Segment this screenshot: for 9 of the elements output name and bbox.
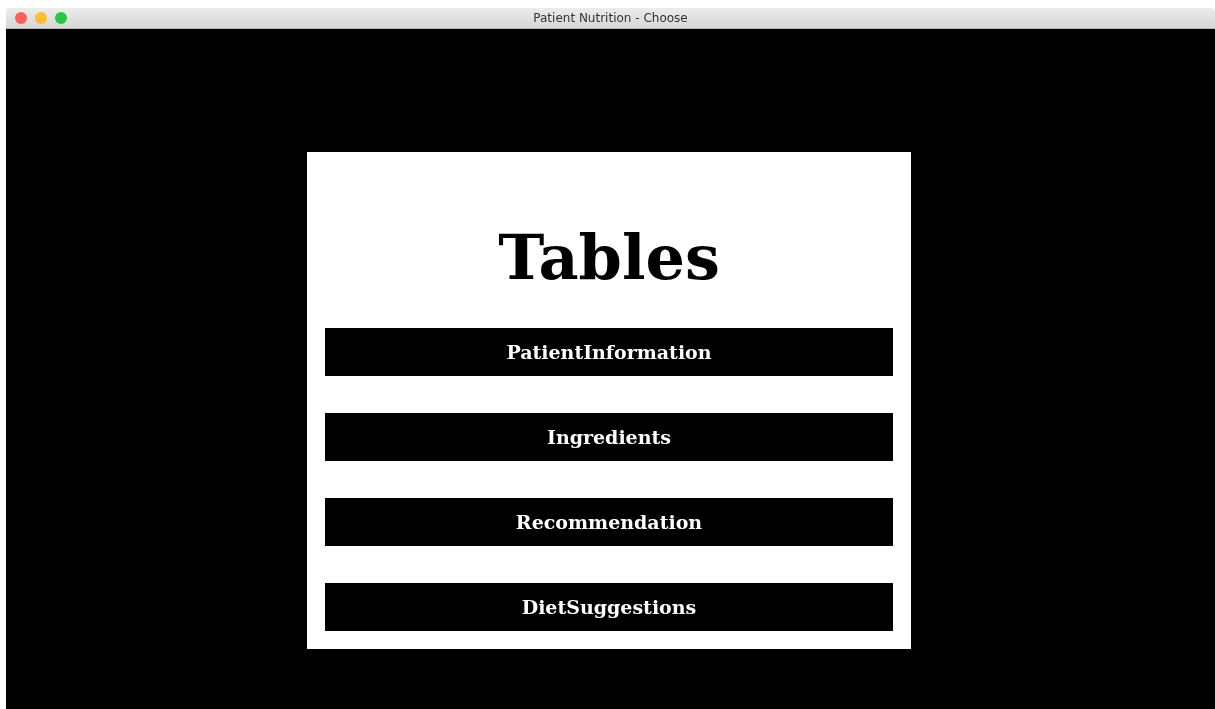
table-button[interactable]: PatientInformation (325, 328, 893, 376)
window-title: Patient Nutrition - Choose (533, 11, 688, 25)
table-button[interactable]: Recommendation (325, 498, 893, 546)
table-button[interactable]: Ingredients (325, 413, 893, 461)
heading: Tables (497, 222, 721, 294)
minimize-icon[interactable] (35, 12, 47, 24)
table-button[interactable]: DietSuggestions (325, 583, 893, 631)
close-icon[interactable] (15, 12, 27, 24)
maximize-icon[interactable] (55, 12, 67, 24)
